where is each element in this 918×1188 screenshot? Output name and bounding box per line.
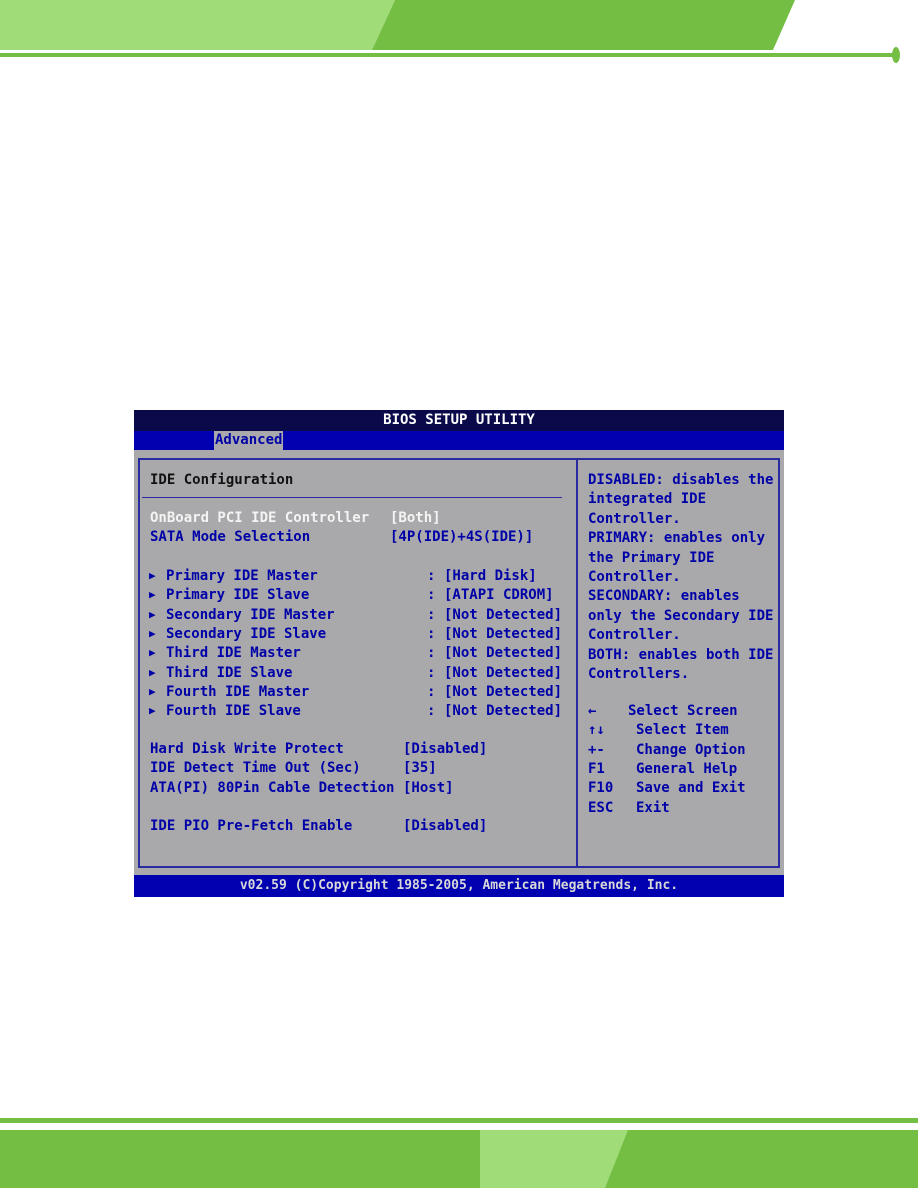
setting-value[interactable]: [35] — [403, 759, 437, 777]
key-action: General Help — [636, 760, 738, 777]
device-status: [Not Detected] — [444, 683, 563, 700]
help-text: only the Secondary IDE — [588, 607, 774, 624]
submenu-arrow-icon: ▶ — [149, 588, 156, 602]
setting-value[interactable]: [Both] — [390, 509, 441, 527]
submenu-item[interactable]: Secondary IDE Slave — [166, 625, 326, 643]
separator-colon: : — [427, 625, 436, 642]
device-status: [ATAPI CDROM] — [444, 587, 554, 604]
setting-value[interactable]: [Disabled] — [403, 740, 487, 758]
help-text: Controller. — [588, 569, 681, 585]
device-status: [Not Detected] — [444, 664, 563, 681]
tab-bar: Advanced — [134, 431, 784, 450]
submenu-arrow-icon: ▶ — [149, 646, 156, 660]
submenu-item[interactable]: Third IDE Slave — [166, 664, 292, 682]
key-hint: ← — [588, 703, 597, 719]
key-hint: +- — [588, 741, 605, 758]
separator-colon: : — [427, 587, 436, 604]
submenu-item[interactable]: Third IDE Master — [166, 644, 301, 662]
key-action: Save and Exit — [636, 780, 746, 797]
bios-screenshot: BIOS SETUP UTILITY Advanced IDE Configur… — [134, 410, 784, 897]
key-hint: F1 — [588, 760, 605, 777]
separator-colon: : — [427, 683, 436, 700]
submenu-item[interactable]: Fourth IDE Slave — [166, 702, 301, 720]
separator-colon: : — [427, 568, 436, 584]
submenu-arrow-icon: ▶ — [149, 607, 156, 621]
section-title: IDE Configuration — [150, 472, 294, 488]
device-status: [Not Detected] — [444, 703, 563, 720]
submenu-item[interactable]: Fourth IDE Master — [166, 683, 309, 701]
help-text: PRIMARY: enables only — [588, 530, 766, 547]
device-status: [Not Detected] — [444, 625, 563, 642]
help-text: the Primary IDE — [588, 549, 715, 566]
key-hint: ESC — [588, 799, 614, 816]
setting-label[interactable]: IDE Detect Time Out (Sec) — [150, 759, 361, 777]
bios-title: BIOS SETUP UTILITY — [134, 410, 784, 431]
submenu-arrow-icon: ▶ — [149, 704, 156, 718]
submenu-arrow-icon: ▶ — [149, 569, 156, 582]
separator-colon: : — [427, 664, 436, 681]
setting-label[interactable]: IDE PIO Pre-Fetch Enable — [150, 817, 352, 835]
key-action: Select Item — [636, 722, 729, 739]
submenu-arrow-icon: ▶ — [149, 684, 156, 698]
setting-label[interactable]: Hard Disk Write Protect — [150, 740, 344, 758]
help-text: Controller. — [588, 627, 681, 644]
submenu-item[interactable]: Primary IDE Master — [166, 567, 318, 585]
device-status: [Not Detected] — [444, 606, 563, 623]
separator-colon: : — [427, 703, 436, 720]
device-status: [Not Detected] — [444, 645, 563, 662]
setting-label[interactable]: OnBoard PCI IDE Controller — [150, 509, 369, 527]
key-action: Change Option — [636, 741, 746, 758]
copyright-footer: v02.59 (C)Copyright 1985-2005, American … — [134, 875, 784, 897]
help-text: BOTH: enables both IDE — [588, 646, 774, 663]
key-hint: F10 — [588, 780, 614, 797]
help-text: Controller. — [588, 510, 681, 527]
header-banner — [0, 0, 900, 63]
help-text: DISABLED: disables the — [588, 472, 774, 488]
submenu-arrow-icon: ▶ — [149, 626, 156, 640]
setting-label[interactable]: SATA Mode Selection — [150, 528, 310, 546]
setting-label[interactable]: ATA(PI) 80Pin Cable Detection — [150, 779, 394, 797]
device-status: [Hard Disk] — [444, 568, 537, 584]
separator-colon: : — [427, 645, 436, 662]
tab-advanced[interactable]: Advanced — [214, 431, 284, 450]
separator-colon: : — [427, 606, 436, 623]
key-action: Exit — [636, 799, 670, 816]
submenu-arrow-icon: ▶ — [149, 665, 156, 679]
setting-value[interactable]: [Disabled] — [403, 817, 487, 835]
help-text: SECONDARY: enables — [588, 588, 740, 605]
footer-banner — [0, 1118, 918, 1188]
setting-value[interactable]: [4P(IDE)+4S(IDE)] — [390, 528, 533, 546]
key-action: Select Screen — [628, 703, 738, 719]
submenu-item[interactable]: Primary IDE Slave — [166, 586, 309, 604]
key-hint: ↑↓ — [588, 722, 605, 739]
submenu-item[interactable]: Secondary IDE Master — [166, 606, 335, 624]
setting-value[interactable]: [Host] — [403, 779, 454, 797]
help-text: integrated IDE — [588, 491, 707, 508]
divider — [142, 497, 562, 498]
help-text: Controllers. — [588, 666, 690, 682]
